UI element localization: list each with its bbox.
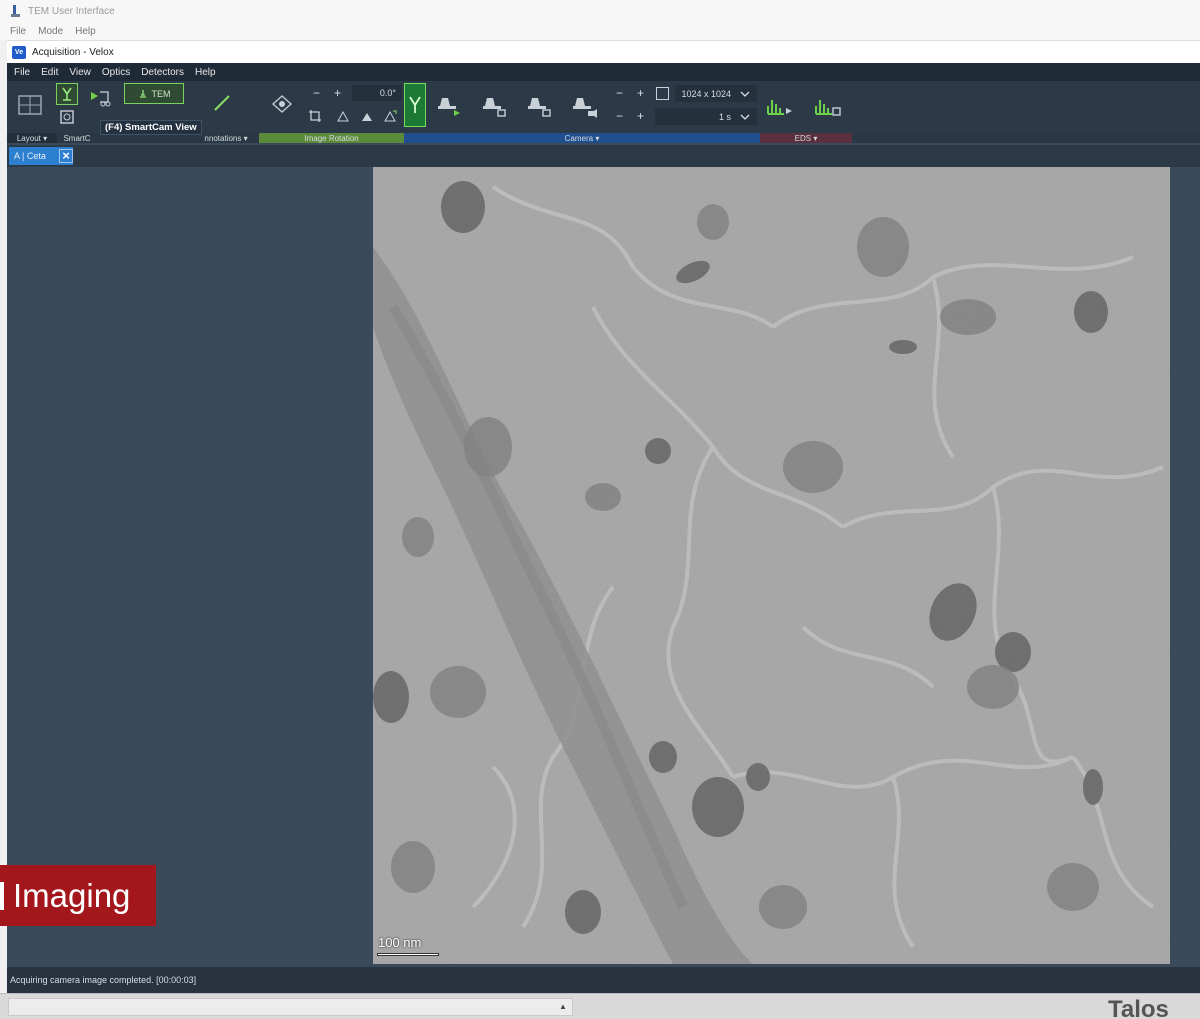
velox-menubar: File Edit View Optics Detectors Help <box>7 63 1200 81</box>
eds-spectrum-snapshot-icon[interactable] <box>813 93 843 119</box>
smartcam-beam-icon[interactable] <box>56 83 78 105</box>
group-annotations[interactable]: nnotations ▾ <box>193 133 259 143</box>
measure-line-icon[interactable] <box>212 93 232 113</box>
rotate-crosshair-icon[interactable] <box>270 93 294 115</box>
group-camera[interactable]: Camera ▾ <box>404 133 760 143</box>
left-panel <box>7 167 373 967</box>
acquire-play-icon[interactable] <box>435 93 463 119</box>
crop-icon[interactable] <box>307 108 323 124</box>
rotate-right-icon[interactable] <box>382 108 398 124</box>
menu-view[interactable]: View <box>69 67 91 78</box>
exposure-time-select[interactable]: 1 s <box>655 108 757 125</box>
tem-bottom-strip: ▲ Talos <box>0 993 1200 1019</box>
tem-window-titlebar: TEM User Interface <box>0 0 1200 22</box>
menu-help[interactable]: Help <box>195 67 216 78</box>
frame-size-increase-icon[interactable]: + <box>637 87 644 99</box>
rotation-decrease-icon[interactable]: − <box>313 87 320 99</box>
velox-window-title: Acquisition - Velox <box>32 46 114 58</box>
scale-bar <box>377 953 439 956</box>
velox-window-titlebar: Ve Acquisition - Velox <box>7 40 1200 63</box>
tem-beam-icon <box>139 89 146 98</box>
tem-menu-mode[interactable]: Mode <box>38 26 63 37</box>
talos-brand-text: Talos <box>1108 996 1169 1019</box>
scroll-up-arrow-icon[interactable]: ▲ <box>556 999 570 1013</box>
rotate-left-icon[interactable] <box>335 108 351 124</box>
frame-size-value: 1024 x 1024 <box>681 88 731 99</box>
close-icon[interactable]: × <box>59 149 73 163</box>
scale-bar-label: 100 nm <box>378 935 422 950</box>
tem-menu-file[interactable]: File <box>10 26 26 37</box>
tem-mode-button[interactable]: TEM <box>124 83 184 104</box>
tem-micrograph[interactable]: 100 nm <box>373 167 1170 964</box>
image-viewer: 100 nm <box>373 167 1200 967</box>
tem-menubar: File Mode Help <box>0 22 1200 40</box>
tem-mode-label: TEM <box>151 88 171 99</box>
camera-beam-toggle[interactable] <box>404 83 426 127</box>
group-eds[interactable]: EDS ▾ <box>760 133 852 143</box>
menu-optics[interactable]: Optics <box>102 67 130 78</box>
tab-ceta[interactable]: A | Ceta × <box>9 147 73 165</box>
menu-edit[interactable]: Edit <box>41 67 58 78</box>
frame-size-select[interactable]: 1024 x 1024 <box>675 85 757 102</box>
eds-spectrum-play-icon[interactable] <box>765 93 795 119</box>
horizontal-scrollbar[interactable] <box>8 998 573 1016</box>
chevron-down-icon <box>740 114 750 120</box>
acquire-snapshot-icon[interactable] <box>480 93 508 119</box>
exposure-decrease-icon[interactable]: − <box>616 110 623 122</box>
layout-grid-icon[interactable] <box>17 91 43 119</box>
group-image-rotation[interactable]: Image Rotation <box>259 133 404 143</box>
flip-icon[interactable] <box>359 108 375 124</box>
imaging-caption-text: Imaging <box>13 876 131 914</box>
velox-window: File Edit View Optics Detectors Help TEM… <box>7 63 1200 993</box>
exposure-time-value: 1 s <box>718 111 731 122</box>
smartcam-capture-icon[interactable] <box>57 107 77 127</box>
camera-beam-icon <box>409 96 421 113</box>
velox-app-icon: Ve <box>12 45 26 59</box>
chevron-down-icon <box>740 91 750 97</box>
binning-checkbox[interactable] <box>656 87 669 100</box>
caption-bar <box>0 881 4 910</box>
menu-file[interactable]: File <box>14 67 30 78</box>
imaging-caption: Imaging <box>0 865 156 926</box>
exposure-increase-icon[interactable]: + <box>637 110 644 122</box>
status-bar: Acquiring camera image completed. [00:00… <box>7 967 1200 993</box>
document-tab-strip: A | Ceta × <box>7 145 1200 167</box>
smartcam-view-tooltip: (F4) SmartCam View <box>100 120 202 135</box>
smartcam-view-icon[interactable] <box>87 87 113 109</box>
acquire-single-icon[interactable] <box>525 93 553 119</box>
tem-window-title: TEM User Interface <box>28 5 115 17</box>
group-smartcam[interactable]: SmartC <box>57 133 97 143</box>
rotation-increase-icon[interactable]: + <box>334 87 341 99</box>
tem-app-icon <box>11 5 20 17</box>
frame-size-decrease-icon[interactable]: − <box>616 87 623 99</box>
tab-ceta-label: A | Ceta <box>14 151 46 161</box>
menu-detectors[interactable]: Detectors <box>141 67 184 78</box>
group-layout[interactable]: Layout ▾ <box>7 133 57 143</box>
tem-menu-help[interactable]: Help <box>75 26 96 37</box>
rotation-value-field[interactable]: 0.0° <box>352 85 402 101</box>
acquire-record-icon[interactable] <box>570 93 598 119</box>
